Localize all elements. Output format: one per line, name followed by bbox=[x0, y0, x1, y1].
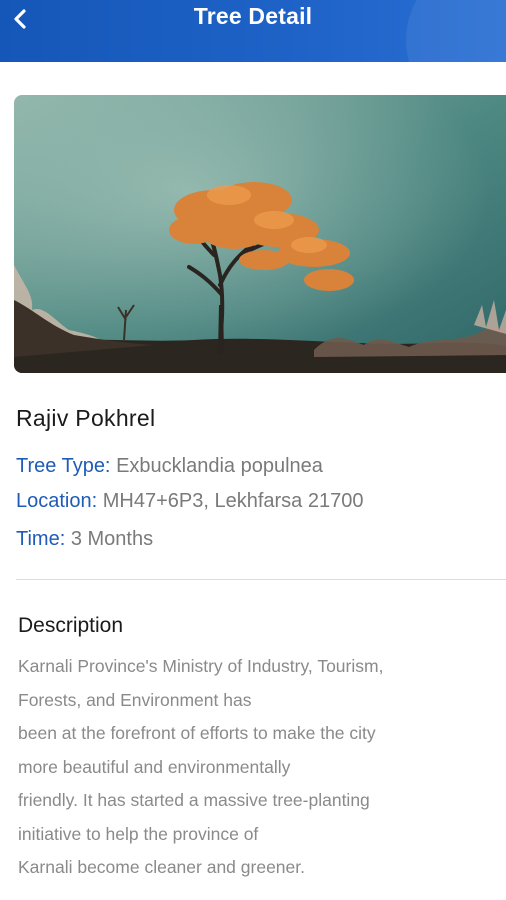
time-row: Time: 3 Months bbox=[16, 528, 153, 551]
description-line: more beautiful and environmentally bbox=[18, 757, 291, 777]
page-title: Tree Detail bbox=[193, 3, 313, 29]
time-value: 3 Months bbox=[70, 528, 154, 550]
tree-type-row: Tree Type: Exbucklandia populnea bbox=[16, 455, 323, 478]
description-line: Karnali Province's Ministry of Industry,… bbox=[18, 656, 384, 676]
description-title: Description bbox=[18, 614, 124, 637]
app-header: Tree Detail bbox=[0, 0, 506, 62]
tree-type-label: Tree Type: bbox=[16, 455, 111, 477]
description-line: been at the forefront of efforts to make… bbox=[18, 723, 376, 743]
owner-name: Rajiv Pokhrel bbox=[16, 405, 156, 431]
location-value: MH47+6P3, Lekhfarsa 21700 bbox=[102, 490, 364, 512]
description-line: friendly. It has started a massive tree-… bbox=[18, 790, 370, 810]
tree-type-value: Exbucklandia populnea bbox=[116, 455, 323, 477]
location-row: Location: MH47+6P3, Lekhfarsa 21700 bbox=[16, 490, 363, 513]
time-label: Time: bbox=[16, 528, 66, 550]
section-divider bbox=[16, 579, 506, 580]
tree-photo bbox=[14, 95, 506, 373]
description-line: initiative to help the province of bbox=[18, 824, 259, 844]
description-line: Forests, and Environment has bbox=[18, 690, 252, 710]
location-label: Location: bbox=[16, 490, 98, 512]
description-line: Karnali become cleaner and greener. bbox=[18, 857, 305, 877]
